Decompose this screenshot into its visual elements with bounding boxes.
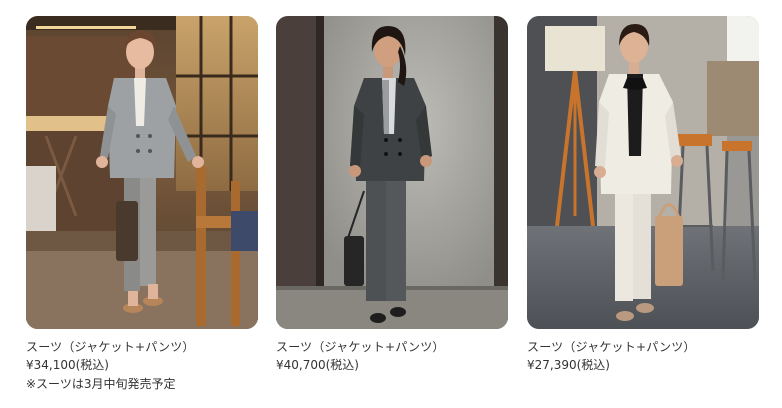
release-note: ※スーツは3月中旬発売予定 [26,377,176,391]
product-grid: スーツ（ジャケット+パンツ） ¥34,100(税込) ※スーツは3月中旬発売予定 [0,0,782,408]
product-card[interactable]: スーツ（ジャケット+パンツ） ¥27,390(税込) [527,16,759,372]
product-card[interactable]: スーツ（ジャケット+パンツ） ¥34,100(税込) ※スーツは3月中旬発売予定 [26,16,258,391]
product-price: ¥34,100(税込) [26,358,109,372]
product-name[interactable]: スーツ（ジャケット+パンツ） [26,339,195,355]
product-name[interactable]: スーツ（ジャケット+パンツ） [276,339,445,355]
product-image[interactable] [26,16,258,329]
product-price: ¥40,700(税込) [276,358,359,372]
product-name[interactable]: スーツ（ジャケット+パンツ） [527,339,696,355]
product-card[interactable]: スーツ（ジャケット+パンツ） ¥40,700(税込) [276,16,508,372]
product-price: ¥27,390(税込) [527,358,610,372]
product-image[interactable] [276,16,508,329]
product-image[interactable] [527,16,759,329]
